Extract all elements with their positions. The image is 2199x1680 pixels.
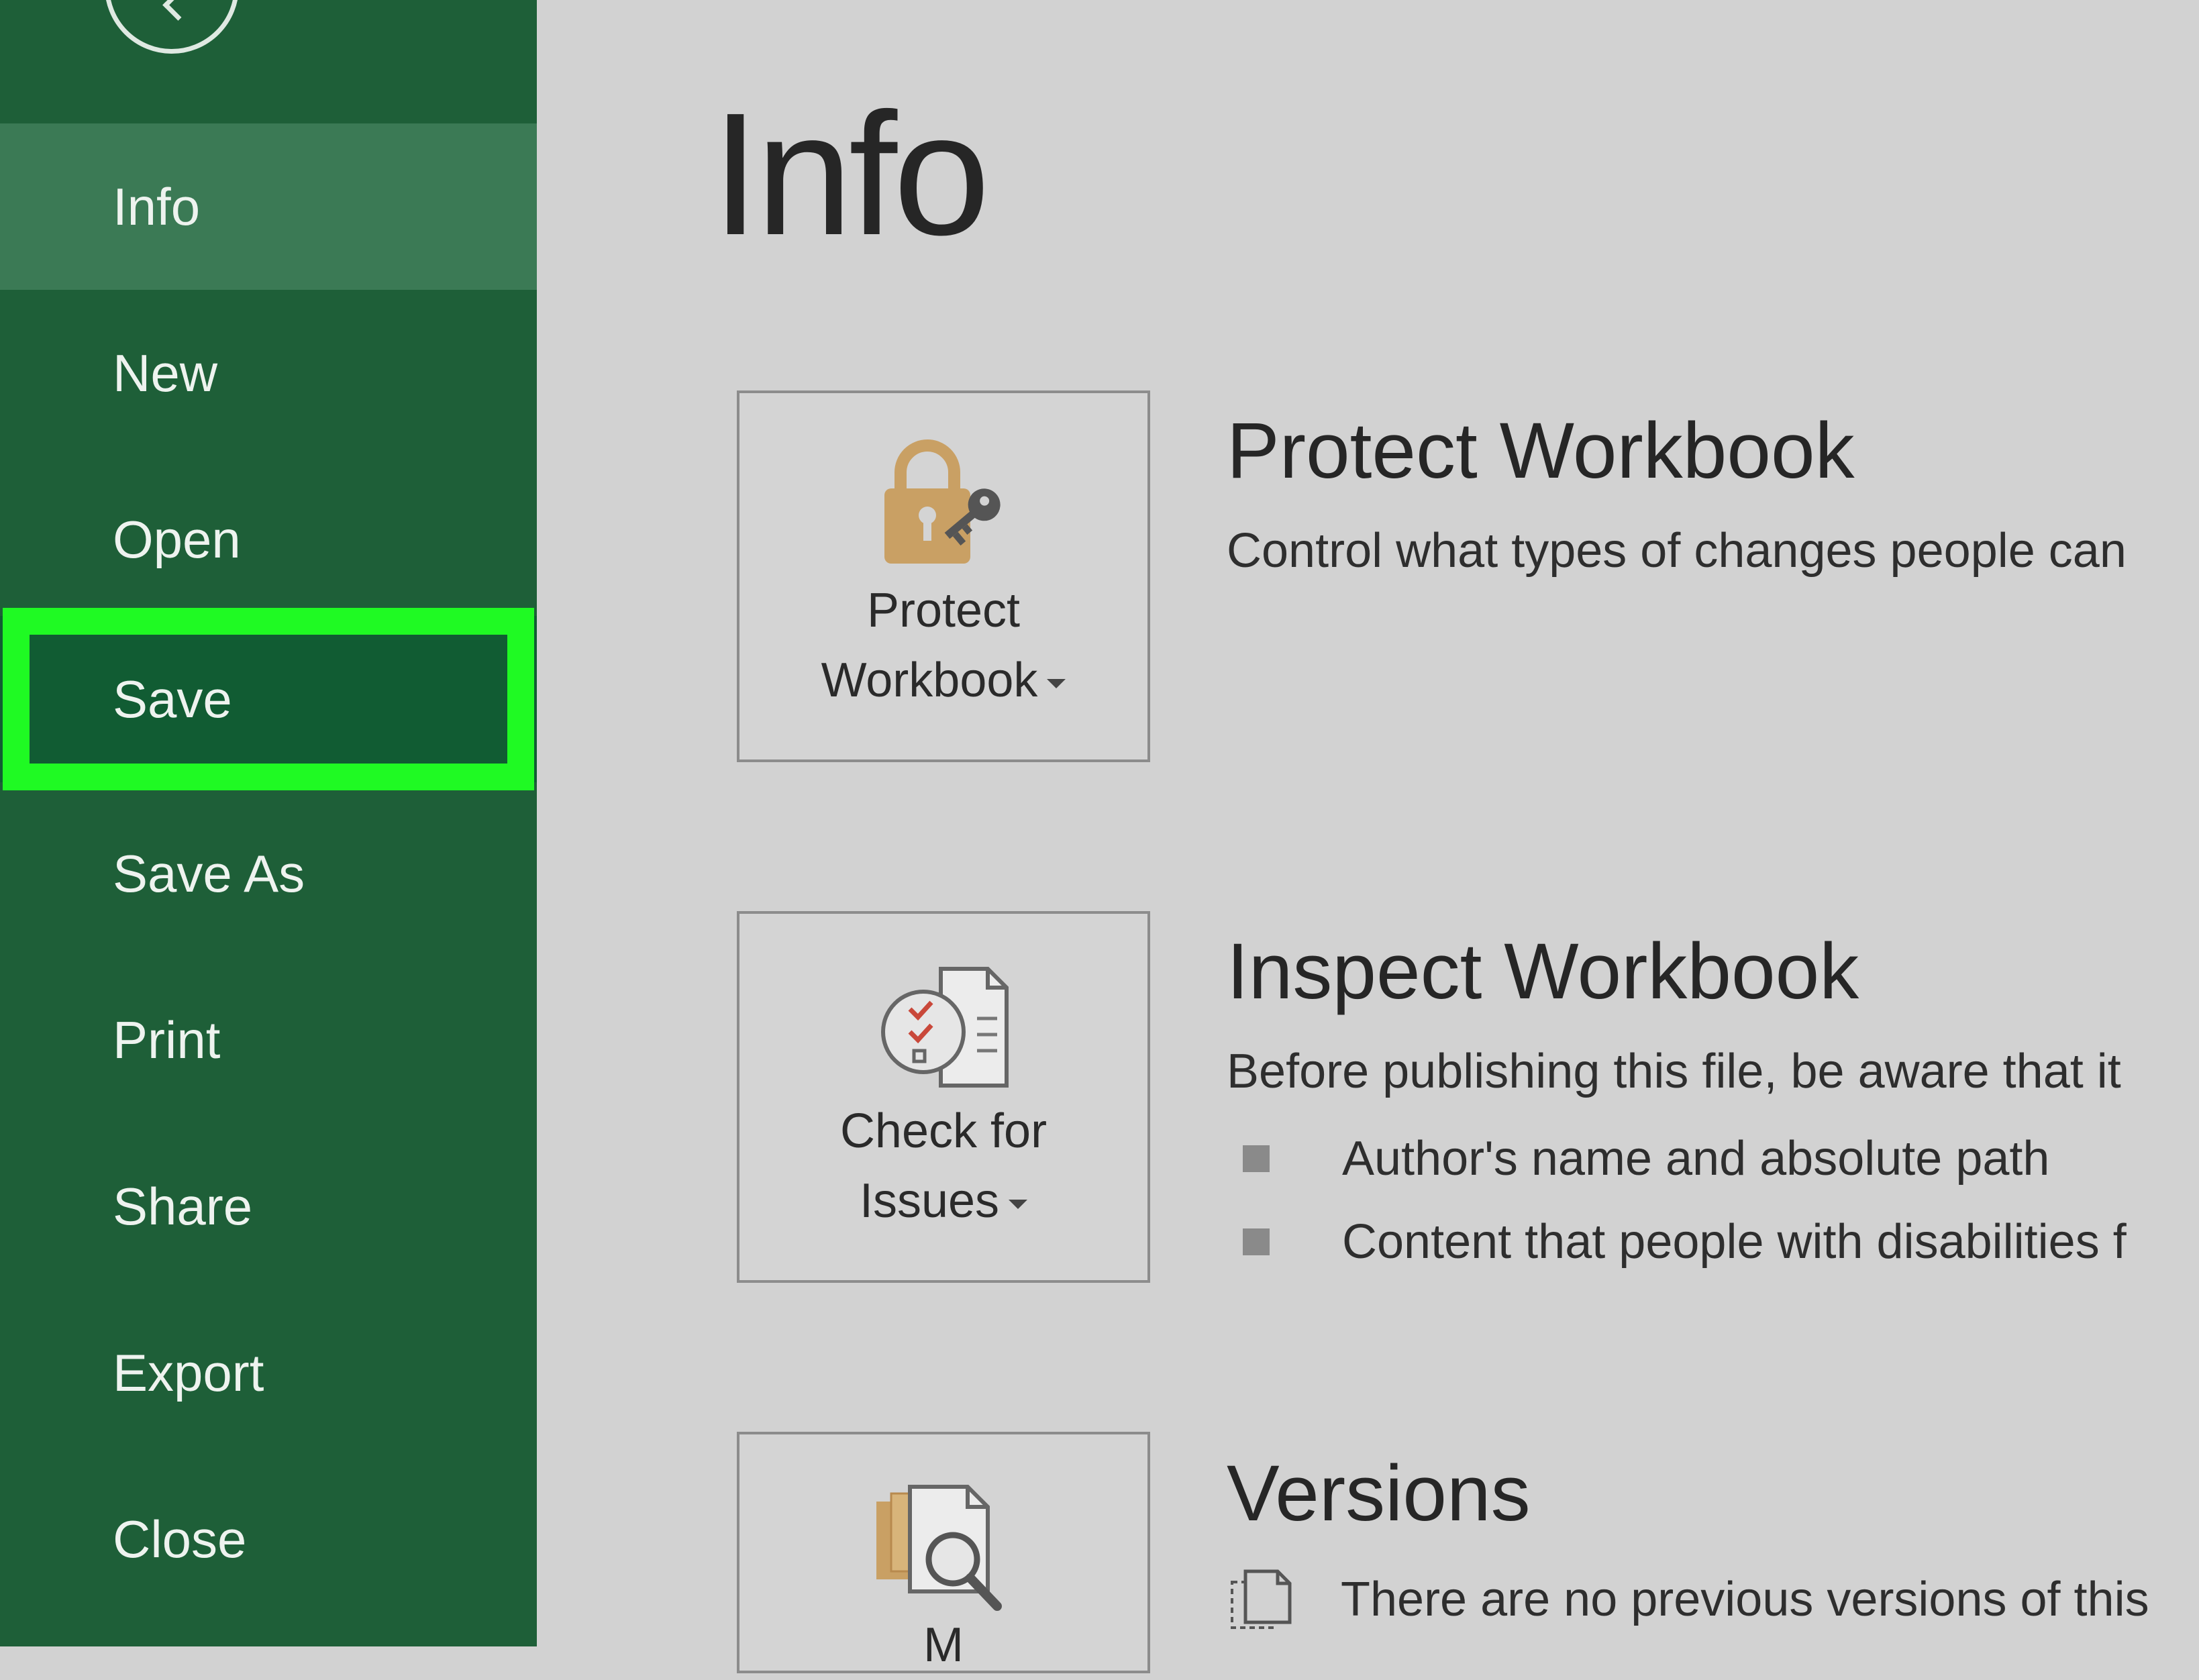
bullet-icon <box>1243 1145 1270 1172</box>
document-versions-icon <box>1231 1569 1292 1629</box>
backstage-sidebar: Info New Open Save Save As Print Share E… <box>0 0 537 1646</box>
check-for-issues-label-line2: Issues <box>739 1166 1147 1236</box>
page-title: Info <box>711 77 990 272</box>
sidebar-item-label: Save <box>113 669 232 729</box>
protect-workbook-description: Control what types of changes people can <box>1227 524 2127 578</box>
list-item: Author's name and absolute path <box>1243 1128 2049 1189</box>
manage-versions-button[interactable]: M <box>737 1432 1150 1673</box>
sidebar-item-label: Open <box>113 509 241 569</box>
sidebar-item-close[interactable]: Close <box>0 1456 537 1622</box>
sidebar-item-label: Save As <box>113 843 305 903</box>
dropdown-caret-icon <box>1047 678 1066 688</box>
versions-note-row: There are no previous versions of this <box>1228 1566 2149 1633</box>
manage-versions-label: M <box>923 1618 964 1672</box>
lock-key-icon <box>884 439 1001 564</box>
sidebar-item-export[interactable]: Export <box>0 1290 537 1456</box>
list-item: Content that people with disabilities f <box>1243 1212 2127 1272</box>
versions-note: There are no previous versions of this <box>1341 1573 2149 1626</box>
sidebar-item-label: Close <box>113 1509 247 1569</box>
sidebar-item-label: Export <box>113 1343 264 1402</box>
sidebar-item-new[interactable]: New <box>0 290 537 456</box>
protect-workbook-label-line2: Workbook <box>739 645 1147 715</box>
sidebar-item-print[interactable]: Print <box>0 957 537 1123</box>
inspect-workbook-description: Before publishing this file, be aware th… <box>1227 1045 2121 1098</box>
sidebar-item-save[interactable]: Save <box>0 616 537 782</box>
sidebar-item-label: Print <box>113 1010 221 1069</box>
sidebar-item-save-as[interactable]: Save As <box>0 790 537 957</box>
back-button[interactable] <box>105 0 239 54</box>
bullet-icon <box>1243 1228 1270 1255</box>
inspect-workbook-heading: Inspect Workbook <box>1227 927 1859 1016</box>
sidebar-item-share[interactable]: Share <box>0 1123 537 1290</box>
document-inspect-icon <box>881 967 1009 1088</box>
check-for-issues-button[interactable]: Check for Issues <box>737 911 1150 1283</box>
sidebar-item-info[interactable]: Info <box>0 123 537 290</box>
versions-heading: Versions <box>1227 1449 1531 1538</box>
sidebar-item-label: Info <box>113 176 201 236</box>
sidebar-item-open[interactable]: Open <box>0 456 537 623</box>
protect-workbook-button[interactable]: Protect Workbook <box>737 390 1150 762</box>
dropdown-caret-icon <box>1009 1199 1028 1209</box>
sidebar-item-label: New <box>113 343 218 403</box>
protect-workbook-label-line1: Protect <box>866 584 1021 637</box>
protect-workbook-heading: Protect Workbook <box>1227 407 1855 495</box>
check-for-issues-label-line1: Check for <box>839 1104 1047 1158</box>
sidebar-item-label: Share <box>113 1176 253 1236</box>
back-arrow-icon <box>162 0 194 21</box>
versions-search-icon <box>876 1485 1002 1611</box>
